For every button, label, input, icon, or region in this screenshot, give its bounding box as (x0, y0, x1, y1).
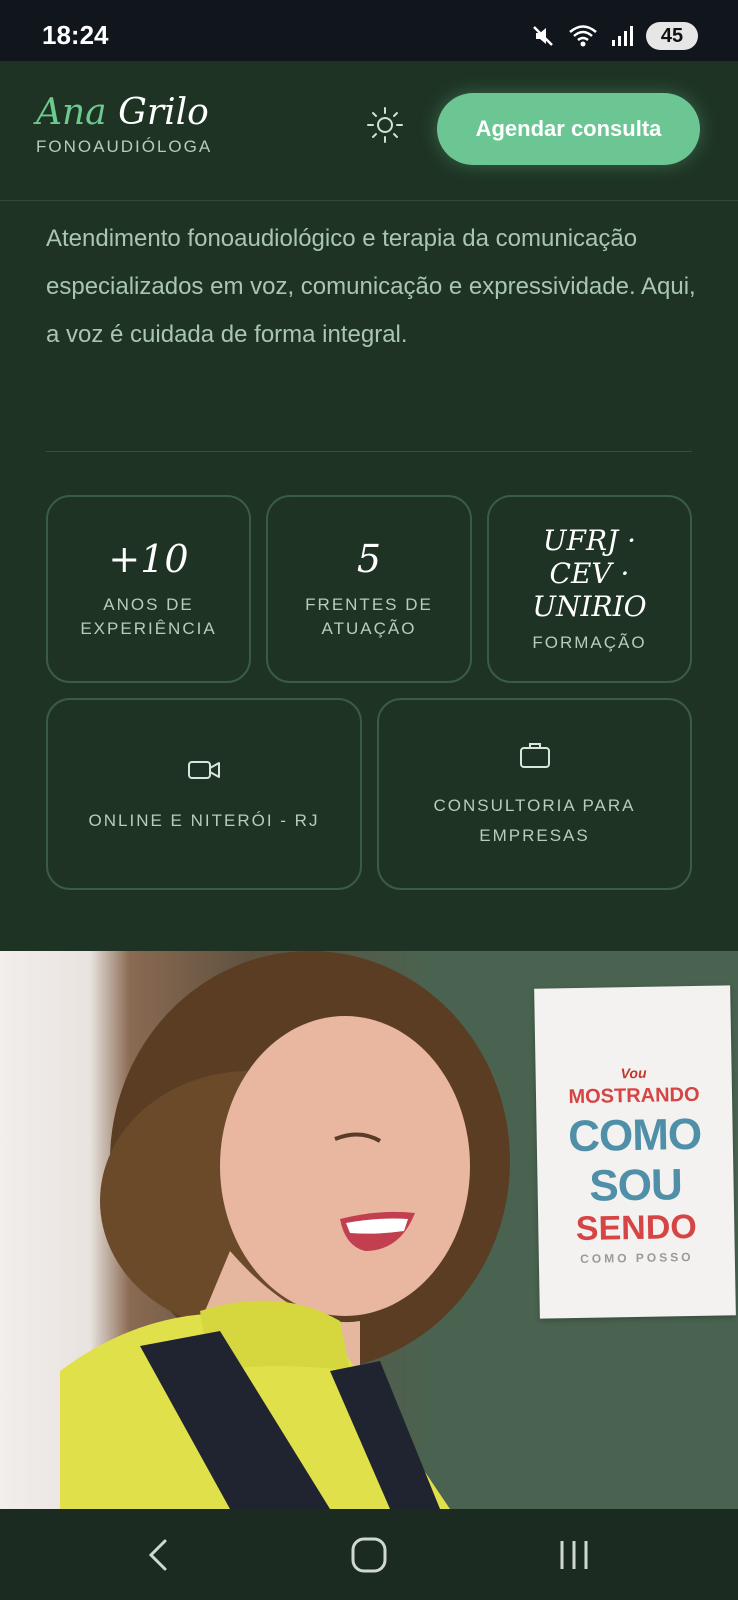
site-header: Ana Grilo FONOAUDIÓLOGA Agendar consulta (0, 61, 738, 201)
stat-label: ANOS DE EXPERIÊNCIA (80, 595, 217, 638)
tag-label: ONLINE E NITERÓI - RJ (88, 811, 320, 830)
brand-logo[interactable]: Ana Grilo FONOAUDIÓLOGA (36, 93, 212, 157)
battery-indicator: 45 (646, 22, 698, 50)
divider (46, 451, 692, 452)
video-camera-icon (188, 761, 220, 779)
system-nav-bar (0, 1509, 738, 1600)
tag-label: CONSULTORIA PARA EMPRESAS (433, 796, 636, 845)
brand-last-name: Grilo (118, 92, 209, 133)
status-bar: 18:24 45 (0, 0, 738, 61)
home-icon[interactable] (345, 1531, 393, 1579)
stat-label: FRENTES DE ATUAÇÃO (305, 595, 433, 638)
stat-card-education: UFRJ · CEV · UNIRIO FORMAÇÃO (487, 495, 692, 683)
stat-value: UFRJ · CEV · UNIRIO (532, 523, 647, 623)
stat-card-fronts: 5 FRENTES DE ATUAÇÃO (266, 495, 472, 683)
woman-portrait (60, 951, 510, 1509)
intro-text: Atendimento fonoaudiológico e terapia da… (46, 225, 696, 348)
signal-icon (612, 26, 633, 46)
recents-icon[interactable] (550, 1531, 598, 1579)
brand-first-name: Ana (36, 92, 107, 133)
tag-card-consulting: CONSULTORIA PARA EMPRESAS (377, 698, 692, 890)
status-icons: 45 (530, 20, 698, 52)
briefcase-icon (519, 743, 550, 768)
stat-value: 5 (356, 537, 382, 581)
brand-subtitle: FONOAUDIÓLOGA (36, 137, 213, 156)
stat-value: +10 (108, 537, 189, 581)
sun-icon[interactable] (365, 105, 405, 145)
tag-card-location: ONLINE E NITERÓI - RJ (46, 698, 362, 890)
back-icon[interactable] (135, 1531, 183, 1579)
wifi-icon (569, 25, 597, 47)
profile-photo: Vou MOSTRANDO COMO SOU SENDO COMO POSSO (0, 951, 738, 1509)
mute-icon (533, 26, 553, 46)
stat-card-experience: +10 ANOS DE EXPERIÊNCIA (46, 495, 251, 683)
status-time: 18:24 (42, 20, 109, 50)
brand-name: Ana Grilo (36, 93, 212, 133)
stat-label: FORMAÇÃO (532, 632, 647, 652)
hero-section: Atendimento fonoaudiológico e terapia da… (0, 201, 738, 951)
schedule-appointment-button[interactable]: Agendar consulta (437, 93, 700, 165)
